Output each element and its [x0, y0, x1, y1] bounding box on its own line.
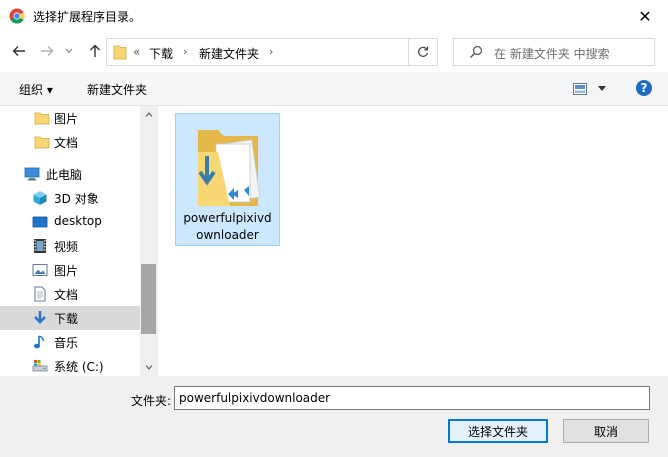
window-title: 选择扩展程序目录。	[33, 10, 142, 24]
select-folder-button[interactable]: 选择文件夹	[448, 419, 548, 443]
sidebar-item-label: 文档	[54, 288, 79, 302]
navigation-pane: 图片 文档 此电脑 3D 对象 desktop 视频 图片 文档 下载 音乐 系…	[0, 106, 158, 376]
new-folder-button[interactable]: 新建文件夹	[87, 81, 147, 98]
search-box[interactable]: 在 新建文件夹 中搜索	[453, 38, 655, 66]
sidebar-item-label: 图片	[54, 264, 79, 278]
folder-item[interactable]: powerfulpixivdownloader	[175, 113, 280, 246]
chevron-up-icon	[145, 112, 152, 117]
sidebar-item-label: 音乐	[54, 336, 79, 350]
arrow-left-icon	[12, 46, 25, 56]
sidebar-item-documents-pinned[interactable]: 文档	[0, 130, 140, 154]
breadcrumb-downloads[interactable]: 下载	[149, 45, 173, 62]
address-bar[interactable]: « 下载 › 新建文件夹 ›	[106, 38, 438, 66]
music-icon	[34, 335, 45, 349]
sidebar-item-label: 系统 (C:)	[54, 360, 104, 374]
drive-icon	[32, 360, 48, 372]
back-button[interactable]	[8, 40, 30, 62]
folder-icon	[34, 112, 50, 125]
folder-field-label: 文件夹:	[131, 394, 172, 408]
sidebar-item-label: 文档	[54, 136, 79, 150]
sidebar-item-label: 此电脑	[46, 168, 83, 182]
refresh-button[interactable]	[408, 38, 438, 66]
sidebar-item-music[interactable]: 音乐	[0, 330, 140, 354]
title-bar: 选择扩展程序目录。 ✕	[0, 0, 668, 32]
up-button[interactable]	[84, 40, 106, 62]
search-icon	[470, 45, 483, 58]
sidebar-item-label: 视频	[54, 240, 79, 254]
sidebar-item-desktop[interactable]: desktop	[0, 210, 140, 234]
view-icon	[573, 83, 587, 95]
sidebar-item-label: 图片	[54, 112, 79, 126]
computer-icon	[24, 167, 40, 181]
scroll-up-arrow[interactable]	[140, 106, 157, 123]
sidebar-item-this-pc[interactable]: 此电脑	[0, 162, 140, 186]
sidebar-item-3d-objects[interactable]: 3D 对象	[0, 186, 140, 210]
organize-menu[interactable]: 组织 ▾	[19, 81, 53, 98]
dialog-footer: 文件夹: powerfulpixivdownloader 选择文件夹 取消	[0, 376, 668, 457]
help-button[interactable]: ?	[636, 80, 652, 96]
sidebar-item-videos[interactable]: 视频	[0, 234, 140, 258]
sidebar-scrollbar[interactable]	[140, 106, 157, 376]
refresh-icon	[418, 46, 429, 57]
cube-icon	[33, 191, 47, 205]
command-bar: 组织 ▾ 新建文件夹 ?	[0, 72, 668, 106]
chevron-down-icon	[65, 48, 73, 54]
forward-button[interactable]	[36, 40, 58, 62]
chevron-down-icon	[598, 86, 606, 91]
recent-locations-button[interactable]	[62, 40, 76, 62]
documents-icon	[34, 286, 46, 302]
pictures-icon	[32, 264, 48, 276]
chrome-icon	[9, 8, 25, 24]
sidebar-item-documents[interactable]: 文档	[0, 282, 140, 306]
folder-icon	[34, 136, 50, 149]
close-button[interactable]: ✕	[622, 0, 668, 32]
scroll-down-arrow[interactable]	[140, 359, 157, 376]
sidebar-item-drive-c[interactable]: 系统 (C:)	[0, 354, 140, 376]
download-icon	[34, 311, 46, 324]
breadcrumb-separator[interactable]: ›	[269, 45, 273, 58]
search-placeholder[interactable]: 在 新建文件夹 中搜索	[494, 45, 610, 62]
view-options-button[interactable]	[573, 82, 607, 96]
address-overflow[interactable]: «	[133, 45, 140, 59]
breadcrumb-new-folder[interactable]: 新建文件夹	[199, 45, 259, 62]
arrow-right-icon	[41, 46, 54, 56]
sidebar-item-pictures-pinned[interactable]: 图片	[0, 106, 140, 130]
file-list[interactable]: powerfulpixivdownloader	[158, 106, 668, 376]
scroll-thumb[interactable]	[141, 264, 156, 334]
folder-name-field[interactable]: powerfulpixivdownloader	[174, 386, 650, 410]
sidebar-item-label: 3D 对象	[54, 192, 99, 206]
cancel-button[interactable]: 取消	[563, 419, 649, 443]
chevron-down-icon	[145, 365, 152, 370]
sidebar-item-label: 下载	[54, 312, 79, 326]
folder-icon	[113, 45, 127, 60]
sidebar-item-pictures[interactable]: 图片	[0, 258, 140, 282]
desktop-icon	[32, 216, 48, 228]
video-icon	[34, 239, 46, 253]
sidebar-item-downloads[interactable]: 下载	[0, 306, 140, 330]
breadcrumb-separator[interactable]: ›	[183, 45, 187, 58]
sidebar-item-label: desktop	[54, 214, 102, 228]
folder-item-label: powerfulpixivdownloader	[183, 211, 272, 242]
arrow-up-icon	[90, 44, 100, 57]
folder-icon	[198, 130, 261, 206]
